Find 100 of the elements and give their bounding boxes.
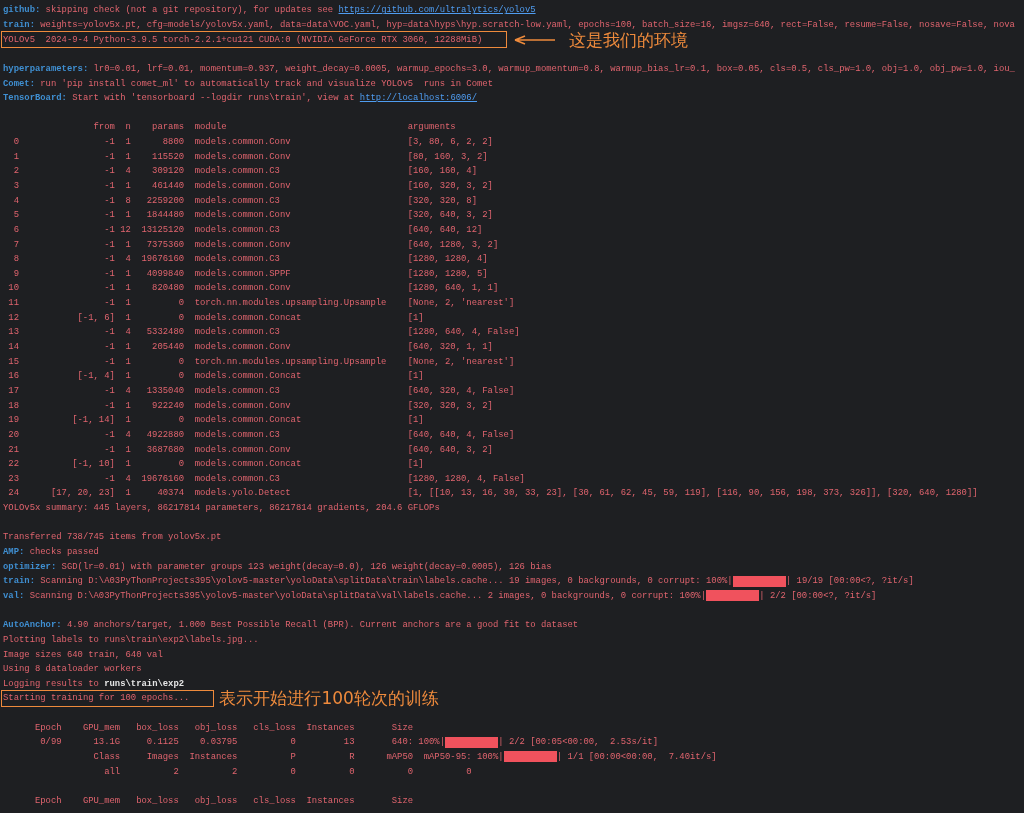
table-cell: [160, 160, 4] xyxy=(407,166,477,177)
log-label: optimizer: xyxy=(3,561,57,572)
url-link[interactable]: https://github.com/ultralytics/yolov5 xyxy=(338,5,536,16)
table-cell-text: 40374 xyxy=(156,488,185,499)
table-cell-text: 0 xyxy=(465,766,472,777)
table-cell: [640, 320, 4, False] xyxy=(407,385,515,396)
table-cell-text: [-1, 14] xyxy=(71,415,115,426)
table-cell-text: models.common.Conv xyxy=(194,283,292,294)
table-cell-text: 11 xyxy=(7,298,19,309)
table-cell-text: 6 xyxy=(12,224,19,235)
log-text: YOLOv5 2024-9-4 Python-3.9.5 torch-2.2.1+cu121 CUDA:0 (NVIDIA GeForce RTX 3060, 12288MiB) xyxy=(3,34,483,45)
table-cell-text: torch.nn.modules.upsampling.Upsample xyxy=(194,298,388,309)
table-cell-text: models.common.Concat xyxy=(194,415,303,426)
table-cell-text: 1 xyxy=(124,356,131,367)
table-cell-text: box_loss xyxy=(135,722,179,733)
table-cell-text: 23 xyxy=(7,473,19,484)
table-cell-text: models.common.Conv xyxy=(194,151,292,162)
log-text: 100%| xyxy=(418,737,445,748)
table-cell-text: models.common.Conv xyxy=(194,210,292,221)
table-cell-text: 640: xyxy=(390,737,414,748)
table-cell-text: models.common.Conv xyxy=(194,342,292,353)
table-cell-text: box_loss xyxy=(135,795,179,806)
log-label: train: xyxy=(3,576,35,587)
table-cell-text: 18 xyxy=(7,400,19,411)
table-cell-text: models.common.Concat xyxy=(194,312,303,323)
table-cell-text: -1 xyxy=(103,239,115,250)
table-cell: [None, 2, 'nearest'] xyxy=(407,356,515,367)
table-cell-text: 2 xyxy=(12,166,19,177)
table-cell-text: Images xyxy=(145,752,179,762)
table-cell-text: [-1, 4] xyxy=(76,371,115,382)
table-cell-text: 12 xyxy=(7,312,19,323)
table-cell-text: 0 xyxy=(177,415,185,426)
table-cell-text: -1 xyxy=(103,268,115,279)
table-cell-text: 1 xyxy=(124,239,131,250)
table-cell-text: 0 xyxy=(406,766,414,777)
table-cell-text: -1 xyxy=(103,151,115,162)
table-cell-text: 0 xyxy=(348,766,355,777)
table-cell-text: models.common.C3 xyxy=(194,429,281,440)
table-cell-text: models.common.Concat xyxy=(194,459,303,470)
table-cell-text: 3687680 xyxy=(145,444,185,455)
table-cell: [1280, 1280, 4, False] xyxy=(407,473,525,484)
table-cell-text: 3 xyxy=(12,181,19,191)
table-cell-text: 19676160 xyxy=(140,473,185,484)
table-cell-text: 7375360 xyxy=(145,239,185,250)
log-text: skipping check (not a git repository), for updates see xyxy=(45,5,335,16)
log-label: github: xyxy=(3,5,41,16)
log-label: hyperparameters: xyxy=(3,63,89,74)
table-cell: [1] xyxy=(407,312,424,323)
table-cell-text: 309120 xyxy=(151,166,185,177)
table-cell-text: -1 xyxy=(103,429,115,440)
table-cell-text: 2259200 xyxy=(145,195,185,206)
table-cell-text: models.common.Conv xyxy=(194,181,292,191)
table-cell: [1] xyxy=(407,371,424,382)
table-cell-text: 17 xyxy=(7,385,19,396)
table-cell: [None, 2, 'nearest'] xyxy=(407,298,515,309)
table-cell-text: 0 xyxy=(177,459,185,470)
table-cell-text: 1 xyxy=(124,151,131,162)
log-text: 100%| xyxy=(476,752,504,762)
table-cell: [1280, 640, 4, False] xyxy=(407,327,520,338)
log-text: Start with 'tensorboard --logdir runs\train', view at xyxy=(72,93,356,104)
table-cell-text: -1 xyxy=(103,210,115,221)
table-cell-text: 4 xyxy=(124,429,131,440)
table-cell-text: 0 xyxy=(289,737,296,748)
table-cell-text: 1 xyxy=(124,400,131,411)
table-cell: [320, 640, 3, 2] xyxy=(407,210,493,221)
table-cell-text: models.yolo.Detect xyxy=(194,488,292,499)
table-cell-text: models.common.Concat xyxy=(194,371,303,382)
table-cell-text: models.common.C3 xyxy=(194,195,281,206)
column-header: params xyxy=(151,122,185,133)
table-cell-text: 10 xyxy=(7,283,19,294)
table-cell-text: [-1, 10] xyxy=(71,459,115,470)
table-cell-text: obj_loss xyxy=(193,795,238,806)
table-cell-text: 15 xyxy=(7,356,19,367)
url-link[interactable]: http://localhost:6006/ xyxy=(359,93,477,104)
table-cell-text: -1 xyxy=(103,385,115,396)
table-cell-text: cls_loss xyxy=(252,795,296,806)
table-cell-text: 1 xyxy=(124,488,131,499)
table-cell-text: 0 xyxy=(177,298,185,309)
table-cell-text: 13 xyxy=(342,737,355,748)
table-cell-text: [17, 20, 23] xyxy=(49,488,115,499)
log-text: | 2/2 [00:00<?, ?it/s] xyxy=(759,590,877,601)
table-cell: [3, 80, 6, 2, 2] xyxy=(407,137,493,148)
table-cell-text: models.common.Conv xyxy=(194,444,292,455)
table-cell-text: -1 xyxy=(103,254,115,265)
log-text: Using 8 dataloader workers xyxy=(3,664,142,675)
table-cell-text: 2 xyxy=(172,766,179,777)
table-cell-text: 1 xyxy=(124,444,131,455)
table-cell-text: -1 xyxy=(103,400,115,411)
table-cell-text: torch.nn.modules.upsampling.Upsample xyxy=(194,356,388,367)
table-cell-text: Epoch xyxy=(33,795,62,806)
table-cell-text: models.common.C3 xyxy=(194,327,281,338)
table-cell: [1280, 1280, 5] xyxy=(407,268,488,279)
log-text: | 19/19 [00:00<?, ?it/s] xyxy=(785,576,914,587)
table-cell-text: 1 xyxy=(124,210,131,221)
table-cell: [640, 1280, 3, 2] xyxy=(407,239,499,250)
table-cell-text: 19676160 xyxy=(140,254,185,265)
table-cell-text: 1 xyxy=(124,342,131,353)
log-text: run 'pip install comet_ml' to automatically track and visualize YOLOv5 runs in Comet xyxy=(40,78,493,89)
table-cell-text: 461440 xyxy=(151,181,185,191)
table-cell-text: 1 xyxy=(124,312,131,323)
